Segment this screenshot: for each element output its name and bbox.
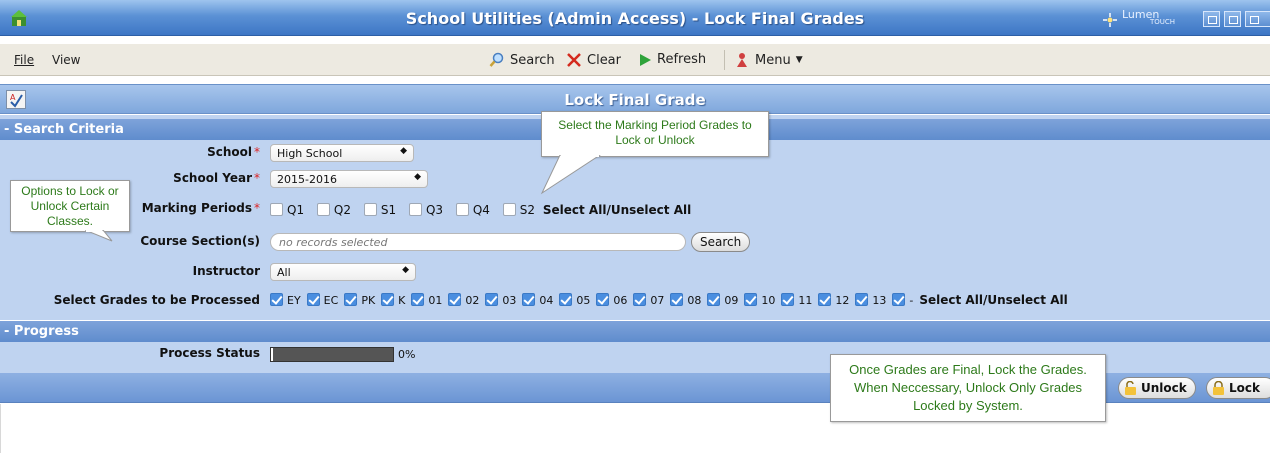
checkbox-icon bbox=[781, 293, 795, 306]
checkbox-icon bbox=[270, 293, 283, 306]
grades-label: Select Grades to be Processed bbox=[53, 293, 260, 307]
select-arrows-icon: ◆ bbox=[414, 172, 421, 182]
checkbox-icon bbox=[633, 293, 647, 306]
marking-period-callout: Select the Marking Period Grades to Lock… bbox=[541, 111, 769, 157]
grade-checkbox-10[interactable]: 10 bbox=[744, 293, 775, 307]
menu-bar: File View Search Clear Refresh Menu ▼ bbox=[0, 44, 1270, 76]
window-title: School Utilities (Admin Access) - Lock F… bbox=[405, 9, 865, 28]
lock-button[interactable]: Lock bbox=[1206, 377, 1270, 399]
process-status-bar bbox=[270, 347, 394, 362]
checkbox-icon bbox=[855, 293, 869, 306]
brand-logo: Lumen TOUCH bbox=[1122, 8, 1175, 26]
options-callout-pointer bbox=[85, 230, 113, 242]
checkbox-icon bbox=[559, 293, 573, 306]
marking-period-q3[interactable]: Q3 bbox=[408, 203, 443, 217]
select-arrows-icon: ◆ bbox=[402, 265, 409, 275]
school-label: School * bbox=[207, 145, 260, 159]
unlock-icon bbox=[1125, 381, 1136, 395]
grade-checkbox-12[interactable]: 12 bbox=[818, 293, 849, 307]
marking-period-callout-pointer bbox=[540, 155, 601, 195]
checkbox-icon bbox=[485, 293, 499, 306]
instructor-label: Instructor bbox=[192, 264, 260, 278]
school-select[interactable]: High School ◆ bbox=[270, 144, 414, 162]
grade-checkbox-03[interactable]: 03 bbox=[485, 293, 516, 307]
marking-period-s1[interactable]: S1 bbox=[363, 203, 396, 217]
checkbox-icon bbox=[596, 293, 610, 306]
lumen-logo-icon bbox=[1103, 13, 1117, 27]
maximize-button[interactable] bbox=[1224, 11, 1241, 27]
grade-checkbox-08[interactable]: 08 bbox=[670, 293, 701, 307]
grade-checkbox-04[interactable]: 04 bbox=[522, 293, 553, 307]
grades-select-all-link[interactable]: Select All bbox=[919, 293, 983, 307]
course-section-label: Course Section(s) bbox=[140, 234, 260, 248]
grade-checkbox-02[interactable]: 02 bbox=[448, 293, 479, 307]
marking-periods-row: Q1 Q2 S1 Q3 Q4 S2 Select All/Unselect Al… bbox=[270, 203, 691, 217]
checkbox-icon bbox=[892, 293, 906, 306]
unlock-button[interactable]: Unlock bbox=[1118, 377, 1196, 399]
select-arrows-icon: ◆ bbox=[400, 146, 407, 156]
grade-checkbox-13[interactable]: 13 bbox=[855, 293, 886, 307]
refresh-play-icon bbox=[640, 53, 651, 66]
grade-checkbox-05[interactable]: 05 bbox=[559, 293, 590, 307]
checkbox-icon bbox=[818, 293, 832, 306]
toolbar-clear-button[interactable]: Clear bbox=[566, 52, 621, 68]
checkbox-icon bbox=[707, 293, 721, 306]
clear-x-icon bbox=[567, 53, 581, 67]
grade-checkbox-11[interactable]: 11 bbox=[781, 293, 812, 307]
window-title-bar: School Utilities (Admin Access) - Lock F… bbox=[0, 0, 1270, 36]
grades-unselect-all-link[interactable]: Unselect All bbox=[987, 293, 1067, 307]
process-status-percent: 0% bbox=[398, 348, 416, 361]
minimize-button[interactable] bbox=[1203, 11, 1220, 27]
grade-checkbox-09[interactable]: 09 bbox=[707, 293, 738, 307]
toolbar-menu-button[interactable]: Menu ▼ bbox=[734, 52, 803, 68]
checkbox-icon bbox=[381, 293, 395, 306]
menu-view[interactable]: View bbox=[52, 53, 80, 67]
marking-period-q1[interactable]: Q1 bbox=[270, 203, 304, 217]
progress-header[interactable]: - Progress bbox=[0, 321, 1270, 342]
course-section-input[interactable]: no records selected bbox=[270, 233, 686, 251]
close-button[interactable] bbox=[1245, 11, 1270, 27]
school-year-select[interactable]: 2015-2016 ◆ bbox=[270, 170, 428, 188]
brand-sub: TOUCH bbox=[1150, 18, 1176, 26]
marking-periods-select-all-link[interactable]: Select All bbox=[543, 203, 607, 217]
grade-checkbox-06[interactable]: 06 bbox=[596, 293, 627, 307]
grade-checkbox-k[interactable]: K bbox=[381, 293, 405, 307]
search-icon bbox=[489, 52, 504, 67]
marking-period-q4[interactable]: Q4 bbox=[455, 203, 490, 217]
course-section-search-button[interactable]: Search bbox=[691, 232, 751, 252]
toolbar-search-button[interactable]: Search bbox=[489, 52, 555, 68]
marking-periods-unselect-all-link[interactable]: Unselect All bbox=[611, 203, 691, 217]
instructor-select[interactable]: All ◆ bbox=[270, 263, 416, 281]
page-title: Lock Final Grade bbox=[564, 91, 706, 109]
checkbox-icon bbox=[744, 293, 758, 306]
page-header: A Lock Final Grade bbox=[0, 84, 1270, 114]
checkbox-icon bbox=[670, 293, 684, 306]
grade-checkbox-01[interactable]: 01 bbox=[411, 293, 442, 307]
process-status-label: Process Status bbox=[159, 346, 260, 360]
options-callout: Options to Lock or Unlock Certain Classe… bbox=[10, 180, 130, 232]
toolbar-refresh-button[interactable]: Refresh bbox=[638, 52, 706, 67]
checkbox-icon bbox=[344, 293, 358, 306]
menu-file[interactable]: File bbox=[14, 53, 34, 67]
lock-icon bbox=[1213, 381, 1224, 395]
final-grades-callout: Once Grades are Final, Lock the Grades. … bbox=[830, 354, 1106, 422]
chevron-down-icon: ▼ bbox=[795, 55, 803, 65]
grade-checkbox-ec[interactable]: EC bbox=[306, 293, 338, 307]
marking-period-q2[interactable]: Q2 bbox=[316, 203, 351, 217]
checkbox-icon bbox=[411, 293, 425, 306]
progress-bar-fill bbox=[271, 348, 274, 361]
toolbar-separator bbox=[724, 50, 725, 70]
grade-checkbox-07[interactable]: 07 bbox=[633, 293, 664, 307]
marking-period-s2[interactable]: S2 bbox=[502, 203, 535, 217]
grade-checkbox-pk[interactable]: PK bbox=[344, 293, 375, 307]
checkbox-icon bbox=[306, 293, 320, 306]
grades-row: EY EC PK K 01 02 03 04 05 06 07 08 09 10 11 12 13- Select… bbox=[270, 293, 1068, 307]
grade-checkbox-dash[interactable]: - bbox=[892, 293, 913, 307]
grade-checkbox-ey[interactable]: EY bbox=[270, 293, 301, 307]
checkbox-icon bbox=[448, 293, 462, 306]
menu-person-icon bbox=[737, 53, 747, 67]
checkbox-icon bbox=[522, 293, 536, 306]
